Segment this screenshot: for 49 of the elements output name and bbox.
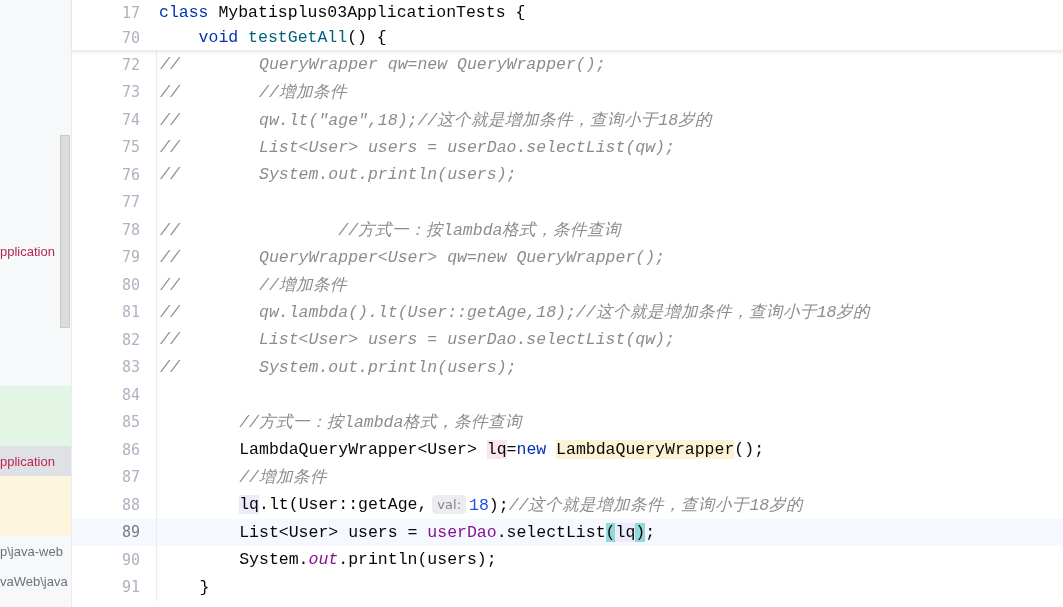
code-line: // QueryWrapper qw=new QueryWrapper(); [160, 55, 606, 75]
line-number: 86 [120, 440, 140, 459]
line-number: 88 [120, 495, 140, 514]
line-number: 80 [120, 275, 140, 294]
line-number: 85 [120, 413, 140, 432]
line-number: 75 [120, 138, 140, 157]
code-line: // qw.lambda().lt(User::getAge,18);//这个就是增加条件，查询小于18岁的 [160, 302, 871, 324]
line-number: 76 [120, 165, 140, 184]
file-tree-item[interactable]: pplication [0, 453, 55, 469]
code-line: // //增加条件 [160, 274, 347, 296]
line-number: 89 [120, 523, 140, 542]
code-line: // System.out.println(users); [160, 165, 517, 185]
file-tree-item[interactable]: vaWeb\java [0, 573, 68, 589]
line-number: 91 [120, 578, 140, 597]
code-line: // List<User> users = userDao.selectList(qw); [160, 330, 675, 350]
code-line: // System.out.println(users); [160, 357, 517, 377]
scrollbar-thumb[interactable] [60, 135, 70, 328]
code-line: // qw.lt("age",18);//这个就是增加条件，查询小于18岁的 [160, 109, 713, 131]
inlay-hint: val: [432, 495, 466, 515]
line-number: 90 [120, 550, 140, 569]
code-text: lq.lt(User::getAge, [238, 495, 428, 515]
code-line: //方式一：按lambda格式，条件查询 [238, 412, 523, 434]
file-tree-item[interactable]: p\java-web [0, 543, 63, 559]
code-line: LambdaQueryWrapper<User> lq=new LambdaQueryWrapper(); [238, 440, 765, 460]
line-number: 74 [120, 110, 140, 129]
line-number: 84 [120, 385, 140, 404]
line-number: 87 [120, 468, 140, 487]
line-number: 81 [120, 303, 140, 322]
code-line: List<User> users = userDao.selectList(lq); [238, 522, 656, 542]
code-line: // //方式一：按lambda格式，条件查询 [160, 219, 622, 241]
code-line: // QueryWrapper<User> qw=new QueryWrapper(); [160, 247, 665, 267]
code-line: System.out.println(users); [238, 550, 497, 570]
line-number: 77 [120, 193, 140, 212]
code-line: } [198, 577, 210, 597]
code-line: // //增加条件 [160, 82, 347, 104]
line-number: 17 [120, 3, 140, 22]
line-number: 72 [120, 55, 140, 74]
code-line: // List<User> users = userDao.selectList(qw); [160, 137, 675, 157]
code-text: 18);//这个就是增加条件，查询小于18岁的 [469, 494, 804, 516]
line-number: 83 [120, 358, 140, 377]
line-number: 70 [120, 28, 140, 47]
line-number: 73 [120, 83, 140, 102]
code-line: void testGetAll() { [197, 28, 387, 47]
file-tree-item[interactable]: pplication [0, 243, 55, 259]
code-line: //增加条件 [238, 467, 328, 489]
line-number: 82 [120, 330, 140, 349]
line-number: 79 [120, 248, 140, 267]
code-line: class Mybatisplus03ApplicationTests { [159, 3, 526, 22]
line-number: 78 [120, 220, 140, 239]
